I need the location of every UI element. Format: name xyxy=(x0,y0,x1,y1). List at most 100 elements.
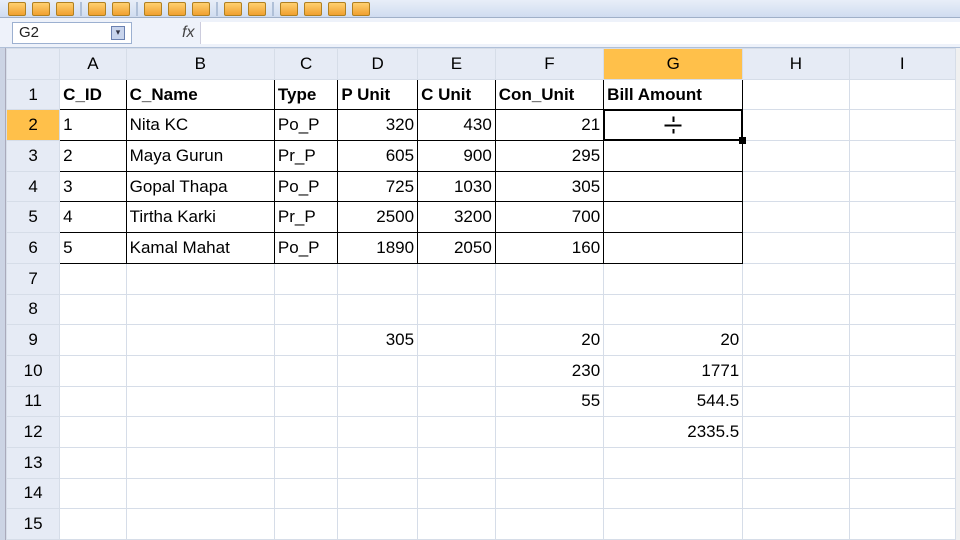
col-header-I[interactable]: I xyxy=(849,49,955,80)
cell-H12[interactable] xyxy=(743,417,849,448)
cell-H9[interactable] xyxy=(743,325,849,356)
cell-A14[interactable] xyxy=(60,478,126,509)
cell-F6[interactable]: 160 xyxy=(495,233,603,264)
cell-D14[interactable] xyxy=(338,478,418,509)
row-header-13[interactable]: 13 xyxy=(7,447,60,478)
cell-F8[interactable] xyxy=(495,294,603,325)
cell-C1[interactable]: Type xyxy=(274,79,337,110)
row-header-1[interactable]: 1 xyxy=(7,79,60,110)
cell-H2[interactable] xyxy=(743,110,849,141)
cell-D7[interactable] xyxy=(338,263,418,294)
cell-G8[interactable] xyxy=(604,294,743,325)
cell-H15[interactable] xyxy=(743,509,849,540)
cell-C8[interactable] xyxy=(274,294,337,325)
cell-C10[interactable] xyxy=(274,355,337,386)
cell-G11[interactable]: 544.5 xyxy=(604,386,743,417)
cell-F3[interactable]: 295 xyxy=(495,141,603,172)
cell-I4[interactable] xyxy=(849,171,955,202)
chart-icon[interactable] xyxy=(352,2,370,16)
sort-asc-icon[interactable] xyxy=(304,2,322,16)
cell-I7[interactable] xyxy=(849,263,955,294)
cell-H8[interactable] xyxy=(743,294,849,325)
cell-B9[interactable] xyxy=(126,325,274,356)
cell-C2[interactable]: Po_P xyxy=(274,110,337,141)
cell-A11[interactable] xyxy=(60,386,126,417)
cell-I15[interactable] xyxy=(849,509,955,540)
cell-D6[interactable]: 1890 xyxy=(338,233,418,264)
cell-I3[interactable] xyxy=(849,141,955,172)
cell-H10[interactable] xyxy=(743,355,849,386)
print-icon[interactable] xyxy=(88,2,106,16)
cell-B6[interactable]: Kamal Mahat xyxy=(126,233,274,264)
save-icon[interactable] xyxy=(56,2,74,16)
cell-A9[interactable] xyxy=(60,325,126,356)
formula-bar[interactable]: fx xyxy=(182,22,960,44)
cell-B12[interactable] xyxy=(126,417,274,448)
spreadsheet-grid[interactable]: A B C D E F G H I 1 C_ID C_Name Type P U… xyxy=(6,48,956,540)
cell-A3[interactable]: 2 xyxy=(60,141,126,172)
cell-C3[interactable]: Pr_P xyxy=(274,141,337,172)
cell-E15[interactable] xyxy=(418,509,496,540)
cell-H4[interactable] xyxy=(743,171,849,202)
cell-A2[interactable]: 1 xyxy=(60,110,126,141)
cell-D15[interactable] xyxy=(338,509,418,540)
cell-B4[interactable]: Gopal Thapa xyxy=(126,171,274,202)
cell-F9[interactable]: 20 xyxy=(495,325,603,356)
cell-G15[interactable] xyxy=(604,509,743,540)
cell-H3[interactable] xyxy=(743,141,849,172)
undo-icon[interactable] xyxy=(224,2,242,16)
cell-B2[interactable]: Nita KC xyxy=(126,110,274,141)
col-header-A[interactable]: A xyxy=(60,49,126,80)
cell-D2[interactable]: 320 xyxy=(338,110,418,141)
autosum-icon[interactable] xyxy=(280,2,298,16)
cell-E2[interactable]: 430 xyxy=(418,110,496,141)
col-header-B[interactable]: B xyxy=(126,49,274,80)
cell-B3[interactable]: Maya Gurun xyxy=(126,141,274,172)
cell-C14[interactable] xyxy=(274,478,337,509)
cell-G3[interactable] xyxy=(604,141,743,172)
cell-D11[interactable] xyxy=(338,386,418,417)
cell-A1[interactable]: C_ID xyxy=(60,79,126,110)
cell-I12[interactable] xyxy=(849,417,955,448)
row-header-7[interactable]: 7 xyxy=(7,263,60,294)
cell-H11[interactable] xyxy=(743,386,849,417)
cell-C6[interactable]: Po_P xyxy=(274,233,337,264)
cell-C5[interactable]: Pr_P xyxy=(274,202,337,233)
col-header-E[interactable]: E xyxy=(418,49,496,80)
cell-D9[interactable]: 305 xyxy=(338,325,418,356)
cell-F1[interactable]: Con_Unit xyxy=(495,79,603,110)
cell-E3[interactable]: 900 xyxy=(418,141,496,172)
cell-E14[interactable] xyxy=(418,478,496,509)
cell-B1[interactable]: C_Name xyxy=(126,79,274,110)
cell-D4[interactable]: 725 xyxy=(338,171,418,202)
cell-B10[interactable] xyxy=(126,355,274,386)
cell-G4[interactable] xyxy=(604,171,743,202)
fx-icon[interactable]: fx xyxy=(182,24,194,42)
cell-A10[interactable] xyxy=(60,355,126,386)
preview-icon[interactable] xyxy=(112,2,130,16)
cell-G5[interactable] xyxy=(604,202,743,233)
cell-A6[interactable]: 5 xyxy=(60,233,126,264)
copy-icon[interactable] xyxy=(168,2,186,16)
row-header-10[interactable]: 10 xyxy=(7,355,60,386)
name-box-dropdown-icon[interactable]: ▾ xyxy=(111,26,125,40)
cell-G2[interactable] xyxy=(604,110,743,141)
cell-D1[interactable]: P Unit xyxy=(338,79,418,110)
col-header-H[interactable]: H xyxy=(743,49,849,80)
cell-I2[interactable] xyxy=(849,110,955,141)
cell-F5[interactable]: 700 xyxy=(495,202,603,233)
cell-C15[interactable] xyxy=(274,509,337,540)
cell-I9[interactable] xyxy=(849,325,955,356)
cell-I5[interactable] xyxy=(849,202,955,233)
row-header-4[interactable]: 4 xyxy=(7,171,60,202)
cell-B5[interactable]: Tirtha Karki xyxy=(126,202,274,233)
cell-I1[interactable] xyxy=(849,79,955,110)
cell-E10[interactable] xyxy=(418,355,496,386)
cell-D12[interactable] xyxy=(338,417,418,448)
cell-A5[interactable]: 4 xyxy=(60,202,126,233)
formula-input[interactable] xyxy=(200,22,960,44)
cell-D13[interactable] xyxy=(338,447,418,478)
cell-E13[interactable] xyxy=(418,447,496,478)
cell-F7[interactable] xyxy=(495,263,603,294)
cell-I14[interactable] xyxy=(849,478,955,509)
